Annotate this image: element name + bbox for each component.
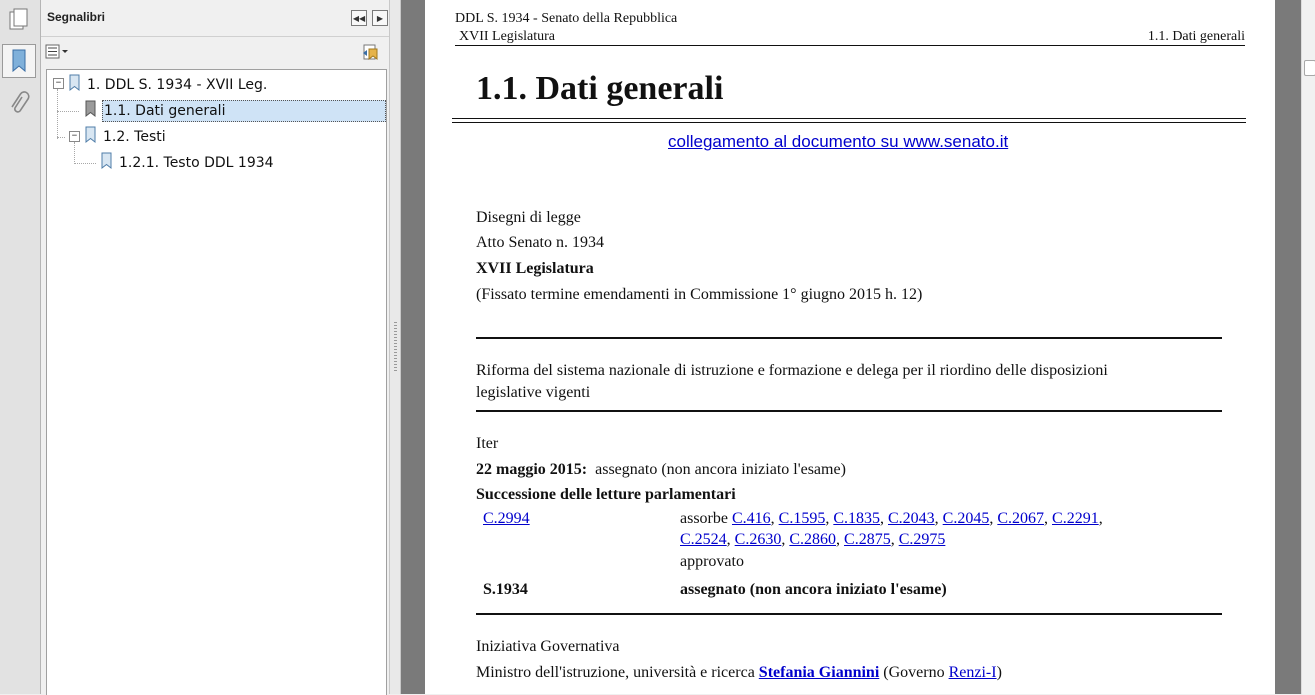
absorbed-line1: assorbe C.416, C.1595, C.1835, C.2043, C… xyxy=(680,510,1103,527)
bookmark-icon xyxy=(101,152,112,170)
running-header-left: XVII Legislatura xyxy=(459,29,556,44)
section-rule xyxy=(476,337,1222,339)
absorbs-label: assorbe xyxy=(680,510,728,527)
chevron-right-icon: ▶ xyxy=(376,13,384,23)
succession-label: Successione delle letture parlamentari xyxy=(476,486,736,503)
list-options-icon xyxy=(45,44,68,59)
collapse-panel-button[interactable]: ◀◀ xyxy=(351,10,367,26)
absorbed-bill-link[interactable]: C.2860 xyxy=(789,531,836,548)
heading-rule xyxy=(452,118,1246,119)
bookmarks-panel: Segnalibri ◀◀ ▶ − 1. DDL S. 1934 - XVII … xyxy=(41,0,389,695)
government-link[interactable]: Renzi-I xyxy=(949,664,997,681)
page-heading: 1.1. Dati generali xyxy=(476,70,724,107)
bookmark-icon xyxy=(69,74,80,92)
bookmark-expand-icon xyxy=(363,44,378,60)
absorbed-bill-link[interactable]: C.1595 xyxy=(779,510,826,527)
absorbed-bill-link[interactable]: C.2043 xyxy=(888,510,935,527)
iter-date: 22 maggio 2015: xyxy=(476,461,588,478)
absorbed-bill-link[interactable]: C.2067 xyxy=(997,510,1044,527)
absorbed-bill-link[interactable]: C.2875 xyxy=(844,531,891,548)
pages-panel-button[interactable] xyxy=(3,4,35,36)
scrollbar-thumb[interactable] xyxy=(1304,60,1315,76)
running-header-title: DDL S. 1934 - Senato della Repubblica xyxy=(455,11,678,26)
minister-link[interactable]: Stefania Giannini xyxy=(759,664,879,681)
absorbed-bill-link[interactable]: C.1835 xyxy=(833,510,880,527)
tree-collapse-toggle[interactable]: − xyxy=(69,131,80,142)
heading-rule xyxy=(452,122,1246,123)
double-chevron-left-icon: ◀◀ xyxy=(352,13,366,23)
bookmark-item[interactable]: 1.2.1. Testo DDL 1934 xyxy=(119,153,274,173)
attachments-panel-button[interactable] xyxy=(3,88,35,120)
reading-id: S.1934 xyxy=(483,581,528,598)
bill-title-line2: legislative vigenti xyxy=(476,384,591,401)
section-rule xyxy=(476,613,1222,615)
navigation-strip xyxy=(0,0,41,694)
document-page: DDL S. 1934 - Senato della Repubblica XV… xyxy=(425,0,1275,694)
iter-status: assegnato (non ancora iniziato l'esame) xyxy=(595,461,846,478)
bookmarks-panel-button[interactable] xyxy=(2,44,36,78)
bookmark-tree: − 1. DDL S. 1934 - XVII Leg. 1.1. Dati g… xyxy=(46,69,387,695)
tree-collapse-toggle[interactable]: − xyxy=(53,78,64,89)
government-suffix: ) xyxy=(996,664,1002,681)
government-prefix: (Governo xyxy=(879,664,949,681)
panel-header: Segnalibri ◀◀ ▶ xyxy=(41,0,389,37)
bookmark-item-selected[interactable]: 1.1. Dati generali xyxy=(102,100,386,122)
absorbed-bill-link[interactable]: C.2045 xyxy=(943,510,990,527)
bookmark-icon xyxy=(12,49,26,73)
absorbed-line2: C.2524, C.2630, C.2860, C.2875, C.2975 xyxy=(680,531,946,548)
bookmarks-toolbar xyxy=(41,38,389,66)
bookmark-item[interactable]: 1.2. Testi xyxy=(103,127,166,147)
header-rule xyxy=(455,45,1245,46)
paperclip-icon xyxy=(11,91,30,113)
iter-entry: 22 maggio 2015: assegnato (non ancora in… xyxy=(476,461,846,479)
bookmark-icon xyxy=(85,126,96,144)
bookmark-icon xyxy=(85,100,96,118)
senato-link[interactable]: collegamento al documento su www.senato.… xyxy=(668,132,1008,152)
atto-number: Atto Senato n. 1934 xyxy=(476,234,604,251)
minister-prefix: Ministro dell'istruzione, università e r… xyxy=(476,664,759,681)
absorbed-bill-link[interactable]: C.2291 xyxy=(1052,510,1099,527)
absorbed-bill-link[interactable]: C.2975 xyxy=(899,531,946,548)
options-menu-button[interactable] xyxy=(45,44,71,60)
absorbed-bill-link[interactable]: C.416 xyxy=(732,510,771,527)
pages-icon xyxy=(9,8,28,30)
panel-splitter[interactable] xyxy=(389,0,401,694)
document-category: Disegni di legge xyxy=(476,209,581,226)
legislatura: XVII Legislatura xyxy=(476,260,594,277)
vertical-scrollbar[interactable] xyxy=(1301,0,1315,694)
running-header-right: 1.1. Dati generali xyxy=(1147,29,1245,44)
reading-status: assegnato (non ancora iniziato l'esame) xyxy=(680,581,947,598)
expand-panel-button[interactable]: ▶ xyxy=(372,10,388,26)
initiative: Iniziativa Governativa xyxy=(476,638,620,655)
reading-link-c2994[interactable]: C.2994 xyxy=(483,510,530,528)
bill-title-line1: Riforma del sistema nazionale di istruzi… xyxy=(476,362,1108,379)
senato-link-site[interactable]: www.senato.it xyxy=(903,132,1008,151)
senato-link-prefix[interactable]: collegamento al documento su xyxy=(668,132,903,151)
splitter-grip[interactable] xyxy=(394,322,397,372)
panel-title: Segnalibri xyxy=(47,10,106,24)
expand-bookmark-button[interactable] xyxy=(361,43,381,61)
absorbed-bill-link[interactable]: C.2630 xyxy=(735,531,782,548)
deadline-note: (Fissato termine emendamenti in Commissi… xyxy=(476,286,923,303)
section-rule xyxy=(476,410,1222,412)
reading-id[interactable]: C.2994 xyxy=(483,510,530,527)
bookmark-item[interactable]: 1. DDL S. 1934 - XVII Leg. xyxy=(87,75,267,95)
minister-line: Ministro dell'istruzione, università e r… xyxy=(476,664,1002,682)
document-viewport: DDL S. 1934 - Senato della Repubblica XV… xyxy=(401,0,1301,694)
iter-label: Iter xyxy=(476,435,499,452)
absorbed-bill-link[interactable]: C.2524 xyxy=(680,531,727,548)
reading-status: approvato xyxy=(680,553,744,570)
